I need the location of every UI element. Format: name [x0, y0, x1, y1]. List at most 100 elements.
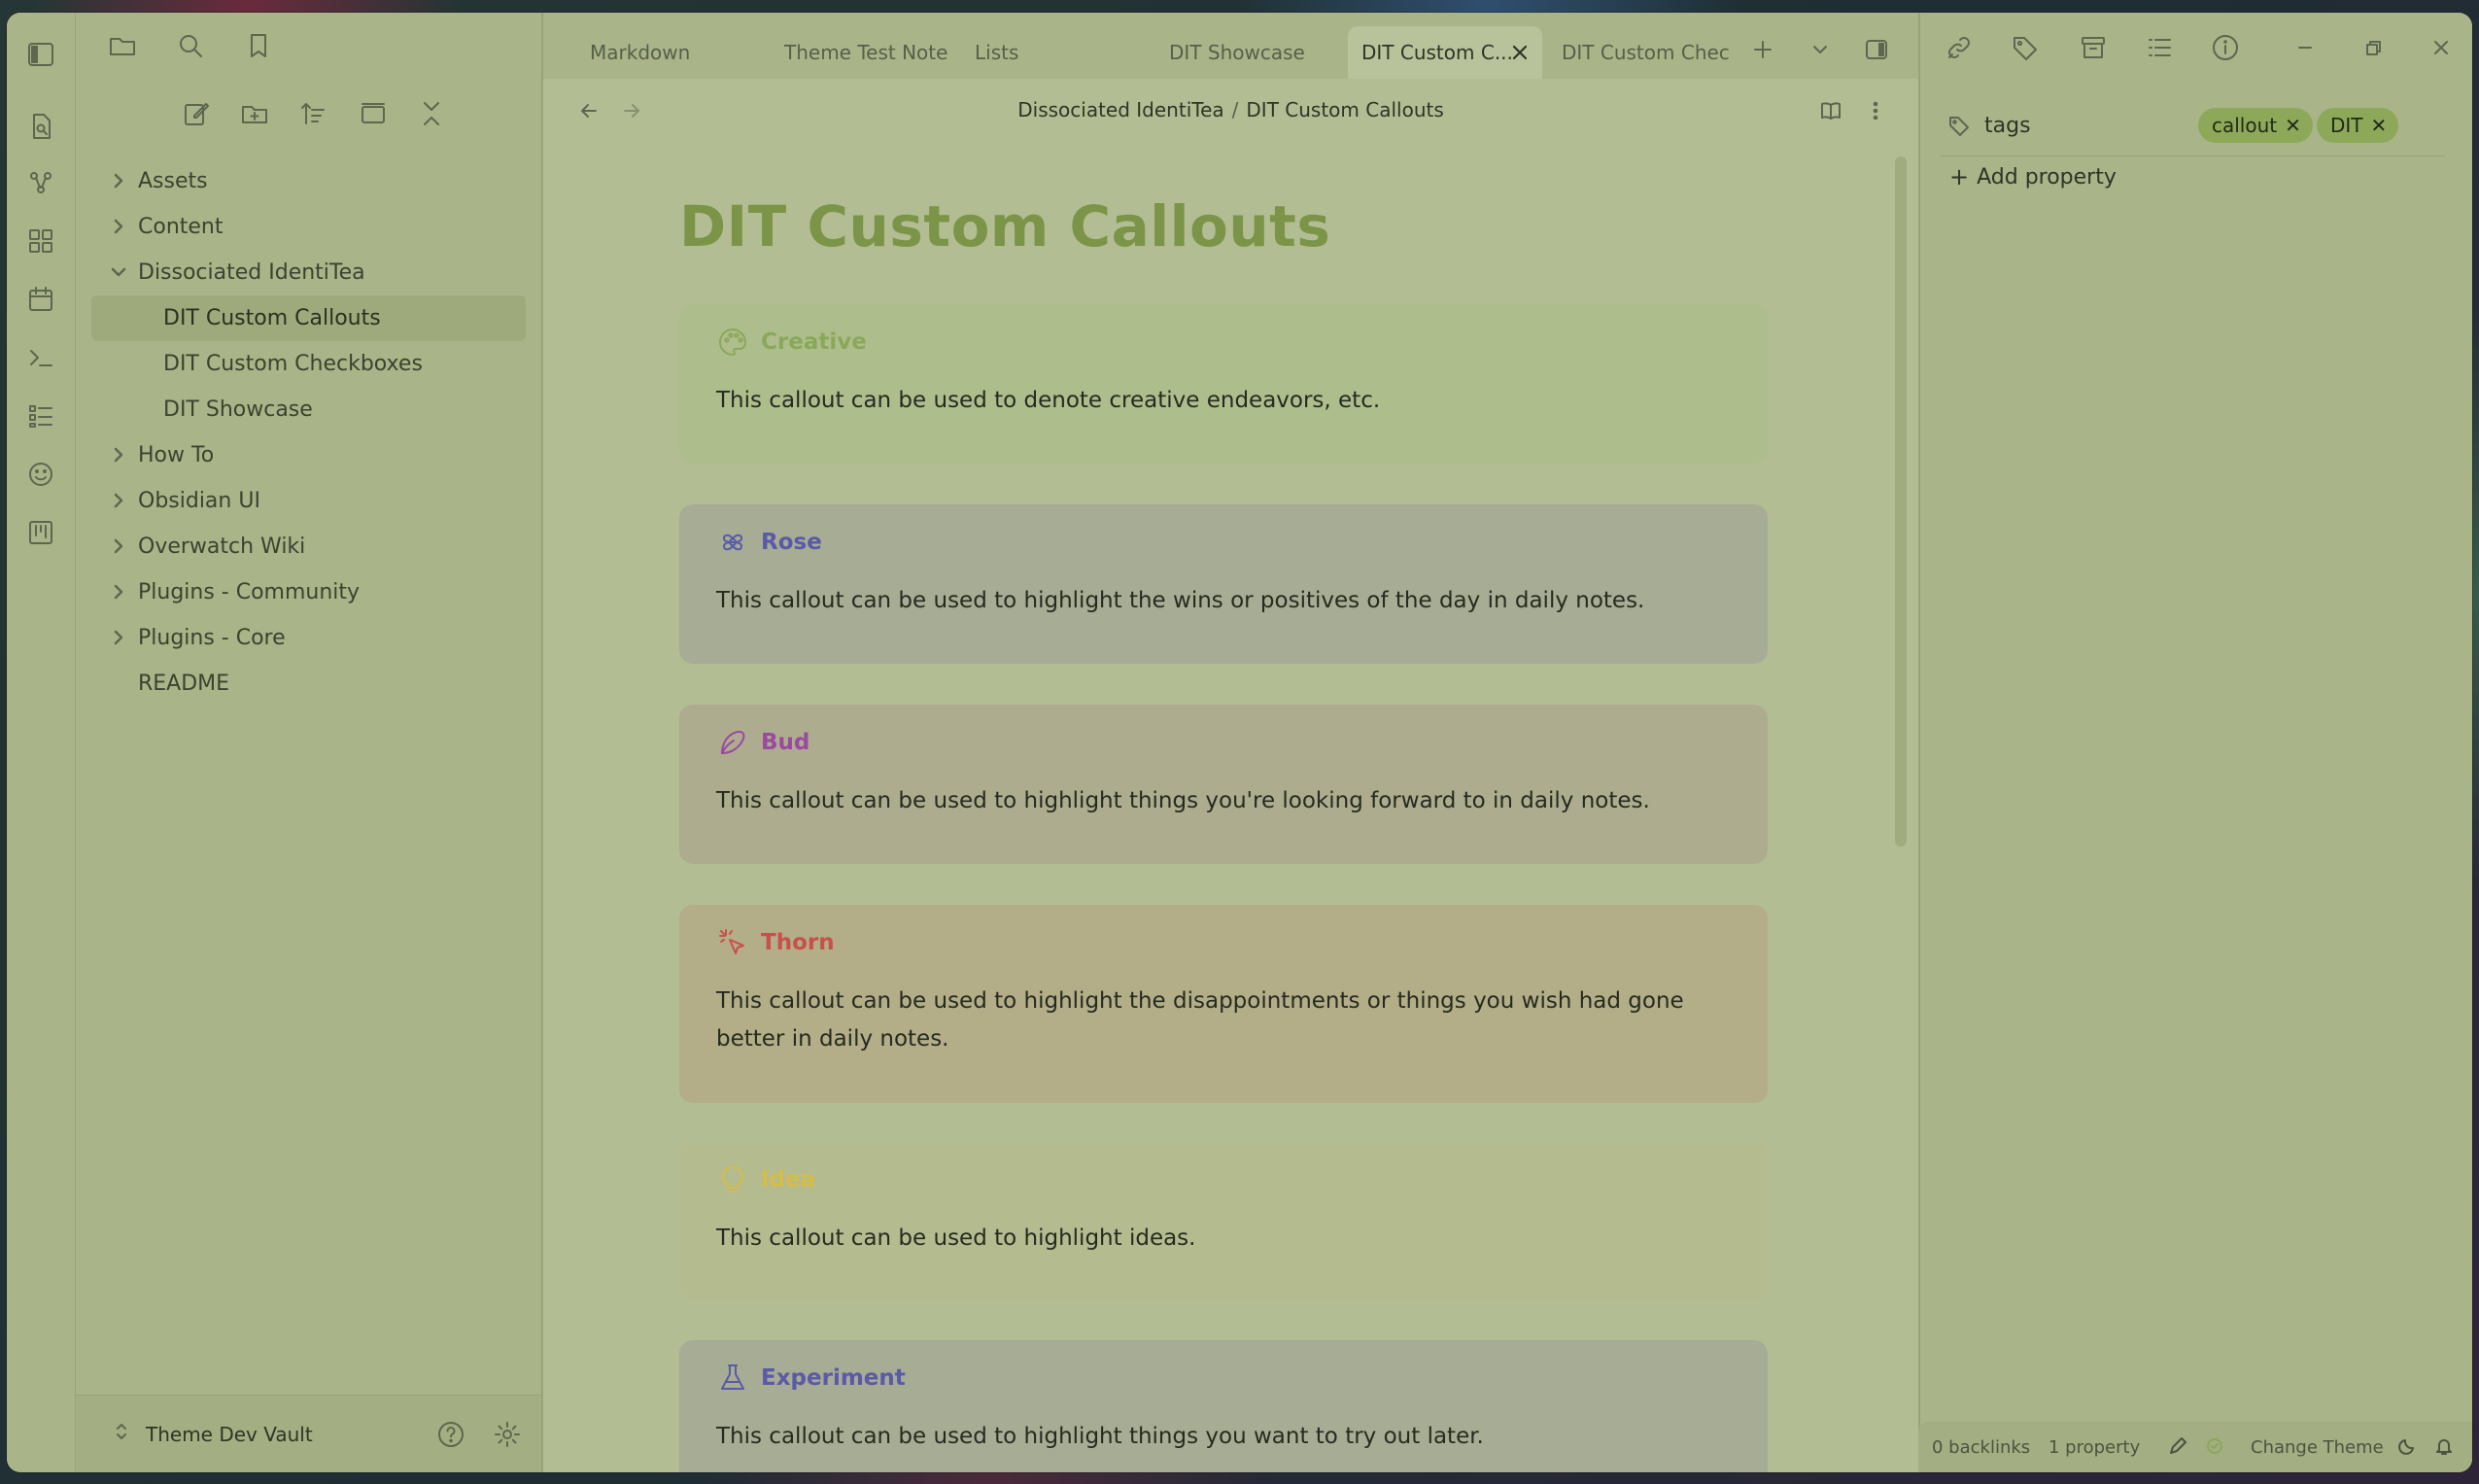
remove-tag-icon[interactable]: ✕: [2285, 114, 2301, 137]
restore-window-icon[interactable]: [2354, 28, 2393, 67]
tab-dit-showcase[interactable]: DIT Showcase: [1169, 26, 1325, 79]
flower-icon: [716, 526, 749, 559]
graph-view-icon[interactable]: [20, 162, 61, 203]
kanban-icon[interactable]: [20, 512, 61, 553]
breadcrumb-parent[interactable]: Dissociated IdentiTea: [1017, 98, 1223, 121]
tree-folder[interactable]: How To: [76, 432, 541, 478]
tag-label: DIT: [2330, 114, 2363, 137]
sparkle-pointer-icon: [716, 926, 749, 959]
callout-experiment: Experiment This callout can be used to h…: [679, 1340, 1768, 1472]
tab-theme-test-note[interactable]: Theme Test Note: [784, 26, 959, 79]
quick-switcher-icon[interactable]: [20, 106, 61, 147]
daily-note-icon[interactable]: [20, 279, 61, 320]
callout-creative: Creative This callout can be used to den…: [679, 304, 1768, 464]
outline-icon[interactable]: [2140, 28, 2179, 67]
tree-label: Plugins - Core: [138, 626, 286, 650]
tag-label: callout: [2212, 114, 2278, 137]
auto-reveal-icon[interactable]: [352, 92, 395, 135]
tag-pill-callout[interactable]: callout ✕: [2198, 108, 2313, 143]
toggle-left-sidebar-icon[interactable]: [20, 34, 61, 75]
change-theme-label[interactable]: Change Theme: [2251, 1437, 2384, 1458]
tree-folder[interactable]: Assets: [76, 158, 541, 204]
callout-header[interactable]: Thorn: [716, 926, 835, 959]
tree-folder[interactable]: Content: [76, 204, 541, 250]
canvas-icon[interactable]: [20, 221, 61, 261]
callout-header[interactable]: Rose: [716, 526, 822, 559]
collapse-all-icon[interactable]: [410, 92, 453, 135]
tree-folder[interactable]: Overwatch Wiki: [76, 524, 541, 569]
properties-panel: tags callout ✕ DIT ✕: [1940, 96, 2445, 156]
tree-folder[interactable]: Plugins - Community: [76, 569, 541, 615]
tab-markdown[interactable]: Markdown: [590, 26, 706, 79]
tree-folder[interactable]: Obsidian UI: [76, 478, 541, 524]
close-window-icon[interactable]: [2422, 28, 2461, 67]
callout-title: Rose: [761, 530, 822, 555]
tag-pill-dit[interactable]: DIT ✕: [2317, 108, 2399, 143]
property-name[interactable]: tags: [1984, 114, 2031, 138]
chevron-updown-icon: [111, 1421, 132, 1446]
tree-folder[interactable]: Plugins - Core: [76, 615, 541, 661]
new-tab-plus-icon[interactable]: [1743, 30, 1782, 69]
archive-icon[interactable]: [2074, 28, 2113, 67]
more-options-icon[interactable]: [1859, 94, 1892, 127]
tree-label: README: [138, 672, 230, 696]
tree-file[interactable]: DIT Showcase: [76, 387, 541, 432]
tree-label: DIT Showcase: [163, 397, 313, 422]
callout-body: This callout can be used to highlight th…: [716, 788, 1650, 813]
breadcrumb: Dissociated IdentiTea / DIT Custom Callout…: [543, 98, 1918, 121]
help-icon[interactable]: [431, 1415, 470, 1454]
tab-dit-custom-checkboxes[interactable]: DIT Custom Chec...: [1554, 26, 1729, 79]
tree-file[interactable]: DIT Custom Checkboxes: [76, 341, 541, 387]
minimize-icon[interactable]: [2286, 28, 2324, 67]
editor-pane: Dissociated IdentiTea / DIT Custom Callout…: [543, 79, 1918, 1472]
settings-gear-icon[interactable]: [488, 1415, 527, 1454]
new-folder-icon[interactable]: [233, 92, 276, 135]
callout-header[interactable]: Idea: [716, 1163, 815, 1196]
folder-icon[interactable]: [103, 26, 142, 65]
tree-label: DIT Custom Checkboxes: [163, 352, 423, 376]
edit-mode-pencil-icon[interactable]: [2167, 1435, 2188, 1462]
sync-status-icon[interactable]: [2204, 1435, 2225, 1462]
smiley-icon[interactable]: [20, 454, 61, 495]
add-property-button[interactable]: + Add property: [1949, 163, 2117, 190]
bell-icon[interactable]: [2433, 1435, 2455, 1462]
tab-dit-custom-callouts[interactable]: DIT Custom C...: [1348, 26, 1542, 79]
outline-list-icon[interactable]: [20, 396, 61, 436]
chevron-right-icon: [109, 217, 128, 236]
tab-list-chevron-icon[interactable]: [1801, 30, 1840, 69]
backlinks-icon[interactable]: [1940, 28, 1979, 67]
callout-header[interactable]: Experiment: [716, 1362, 906, 1395]
backlinks-count[interactable]: 0 backlinks: [1932, 1437, 2030, 1458]
callout-title: Idea: [761, 1167, 816, 1192]
breadcrumb-current[interactable]: DIT Custom Callouts: [1246, 98, 1443, 121]
command-palette-icon[interactable]: [20, 337, 61, 378]
bookmark-icon[interactable]: [239, 26, 278, 65]
tree-label: Content: [138, 215, 224, 239]
tags-icon[interactable]: [2006, 28, 2045, 67]
tab-lists[interactable]: Lists: [975, 26, 1052, 79]
reading-view-book-icon[interactable]: [1814, 94, 1847, 127]
sort-order-icon[interactable]: [292, 92, 334, 135]
flask-icon: [716, 1362, 749, 1395]
chevron-right-icon: [109, 536, 128, 556]
close-tab-icon[interactable]: [1509, 42, 1531, 63]
remove-tag-icon[interactable]: ✕: [2371, 114, 2388, 137]
callout-idea: Idea This callout can be used to highlig…: [679, 1142, 1768, 1301]
moon-icon[interactable]: [2396, 1435, 2418, 1462]
vault-switcher[interactable]: Theme Dev Vault: [76, 1395, 541, 1472]
property-count[interactable]: 1 property: [2049, 1437, 2140, 1458]
callout-header[interactable]: Bud: [716, 726, 809, 759]
search-icon[interactable]: [171, 26, 210, 65]
callout-header[interactable]: Creative: [716, 326, 867, 359]
tree-label: Assets: [138, 169, 208, 193]
tab-label: Theme Test Note: [784, 41, 948, 64]
info-icon[interactable]: [2206, 28, 2245, 67]
callout-thorn: Thorn This callout can be used to highli…: [679, 905, 1768, 1103]
new-note-icon[interactable]: [175, 92, 218, 135]
tree-file[interactable]: README: [76, 661, 541, 707]
toggle-right-sidebar-icon[interactable]: [1857, 30, 1896, 69]
scrollbar[interactable]: [1895, 156, 1907, 846]
chevron-right-icon: [109, 171, 128, 190]
tree-file-active[interactable]: DIT Custom Callouts: [91, 295, 526, 341]
tree-folder[interactable]: Dissociated IdentiTea: [76, 250, 541, 295]
